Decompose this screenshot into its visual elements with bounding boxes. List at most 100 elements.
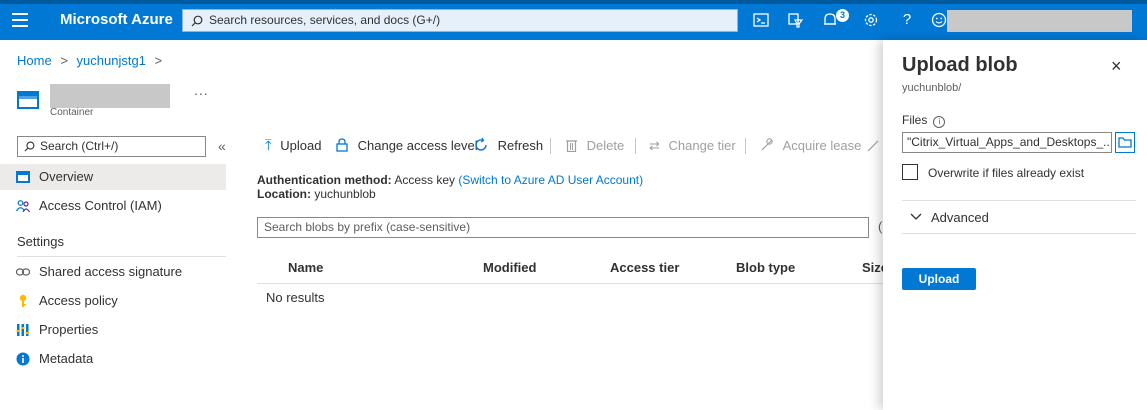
- sidebar-item-access-control[interactable]: Access Control (IAM): [0, 193, 226, 219]
- blob-search-placeholder: Search blobs by prefix (case-sensitive): [264, 220, 471, 234]
- top-bar-strip: [0, 0, 1147, 4]
- sidebar-search-input[interactable]: Search (Ctrl+/): [17, 136, 206, 157]
- overwrite-label[interactable]: Overwrite if files already exist: [928, 166, 1084, 180]
- change-tier-label: Change tier: [668, 138, 736, 153]
- breadcrumb-separator: >: [60, 53, 68, 68]
- breadcrumb-storage-link[interactable]: yuchunjstg1: [77, 53, 146, 68]
- more-options-button[interactable]: ...: [194, 82, 209, 98]
- notification-count-badge: 3: [836, 9, 849, 22]
- divider: [745, 138, 746, 154]
- blob-prefix-search-input[interactable]: Search blobs by prefix (case-sensitive): [257, 217, 869, 238]
- location-label: Location:: [257, 187, 311, 201]
- breadcrumb-separator: >: [154, 53, 163, 68]
- divider: [257, 283, 883, 284]
- column-header-modified[interactable]: Modified: [483, 260, 536, 275]
- upload-button[interactable]: Upload: [902, 268, 976, 290]
- location-value: yuchunblob: [314, 187, 376, 201]
- panel-title: Upload blob: [902, 54, 1018, 76]
- overwrite-checkbox[interactable]: [902, 164, 918, 180]
- divider: [550, 138, 551, 154]
- feedback-smiley-icon[interactable]: [930, 11, 948, 29]
- files-label-text: Files: [902, 113, 928, 127]
- switch-auth-link[interactable]: (Switch to Azure AD User Account): [458, 173, 643, 187]
- container-icon: [17, 91, 39, 109]
- files-label: Files i: [902, 113, 946, 128]
- authentication-method: Authentication method: Access key (Switc…: [257, 173, 643, 187]
- settings-gear-icon[interactable]: [862, 11, 880, 29]
- swap-arrows-icon: ⇄: [649, 138, 660, 153]
- browse-folder-button[interactable]: [1115, 132, 1135, 153]
- acquire-lease-label: Acquire lease: [782, 138, 862, 153]
- upload-command-label: Upload: [280, 138, 322, 153]
- directory-filter-icon[interactable]: [786, 11, 804, 29]
- people-icon: [16, 200, 30, 213]
- sidebar-item-label: Access policy: [39, 293, 118, 308]
- link-icon: [16, 268, 30, 276]
- sidebar-item-metadata[interactable]: Metadata: [0, 346, 226, 372]
- global-search-placeholder: Search resources, services, and docs (G+…: [209, 13, 441, 27]
- settings-section-header: Settings: [17, 234, 64, 249]
- advanced-section-toggle[interactable]: Advanced: [931, 210, 989, 225]
- sidebar-item-label: Shared access signature: [39, 264, 183, 279]
- column-header-name[interactable]: Name: [288, 260, 323, 275]
- sidebar-item-label: Overview: [39, 169, 94, 184]
- sidebar-item-shared-access-signature[interactable]: Shared access signature: [0, 259, 226, 285]
- search-icon: [24, 141, 35, 152]
- column-header-blob-type[interactable]: Blob type: [736, 260, 795, 275]
- resource-type: Container: [50, 107, 94, 118]
- sidebar-item-overview[interactable]: Overview: [0, 164, 226, 190]
- brand-title[interactable]: Microsoft Azure: [60, 11, 173, 28]
- panel-subtitle: yuchunblob/: [902, 82, 962, 94]
- change-access-level-command[interactable]: Change access level: [336, 136, 478, 156]
- sidebar-item-label: Metadata: [39, 351, 94, 366]
- divider: [902, 233, 1136, 234]
- break-lease-icon[interactable]: [866, 139, 880, 153]
- folder-icon: [1118, 137, 1132, 148]
- resource-name-redacted: [50, 84, 170, 108]
- column-header-access-tier[interactable]: Access tier: [610, 260, 679, 275]
- breadcrumb-home-link[interactable]: Home: [17, 53, 52, 68]
- divider: [635, 138, 636, 154]
- container-icon: [16, 171, 30, 183]
- auth-method-label: Authentication method:: [257, 173, 392, 187]
- close-icon[interactable]: ×: [1111, 56, 1122, 77]
- delete-command[interactable]: Delete: [566, 136, 624, 156]
- chevron-down-icon[interactable]: [910, 213, 922, 221]
- search-icon: [191, 15, 203, 27]
- location: Location: yuchunblob: [257, 187, 376, 201]
- divider: [902, 200, 1136, 201]
- refresh-command[interactable]: Refresh: [473, 136, 543, 156]
- info-icon[interactable]: i: [933, 116, 946, 128]
- help-icon[interactable]: ?: [898, 11, 916, 29]
- sidebar-item-properties[interactable]: Properties: [0, 317, 226, 343]
- change-access-level-label: Change access level: [357, 138, 478, 153]
- sidebar-item-access-policy[interactable]: Access policy: [0, 288, 226, 314]
- top-bar: Microsoft Azure Search resources, servic…: [0, 0, 1147, 40]
- divider: [17, 256, 226, 257]
- sidebar-search-placeholder: Search (Ctrl+/): [40, 139, 119, 153]
- key-icon: [19, 294, 27, 307]
- sidebar-item-label: Access Control (IAM): [39, 198, 162, 213]
- sidebar-item-label: Properties: [39, 322, 99, 337]
- trash-icon: [566, 140, 577, 153]
- refresh-icon: [475, 137, 487, 151]
- lease-link-icon: [761, 138, 773, 151]
- cloud-shell-icon[interactable]: [752, 11, 770, 29]
- properties-icon: [16, 324, 29, 336]
- delete-label: Delete: [586, 138, 625, 153]
- lock-icon: [336, 138, 348, 152]
- global-search-input[interactable]: Search resources, services, and docs (G+…: [182, 9, 738, 32]
- change-tier-command[interactable]: ⇄ Change tier: [649, 136, 736, 156]
- breadcrumb: Home > yuchunjstg1 >: [17, 53, 162, 68]
- upload-blob-panel: Upload blob yuchunblob/ × Files i "Citrix…: [883, 40, 1147, 410]
- info-icon: [16, 352, 30, 366]
- hamburger-menu-icon[interactable]: [12, 13, 28, 27]
- collapse-sidebar-button[interactable]: «: [218, 138, 226, 154]
- truncated-text: (: [878, 219, 883, 234]
- auth-method-value: Access key: [394, 173, 456, 187]
- account-redacted[interactable]: [947, 10, 1132, 32]
- upload-arrow-icon: ⤒: [265, 137, 272, 154]
- acquire-lease-command[interactable]: Acquire lease: [760, 136, 861, 156]
- file-path-input[interactable]: "Citrix_Virtual_Apps_and_Desktops_...: [902, 132, 1112, 153]
- upload-command[interactable]: ⤒ Upload: [265, 136, 321, 156]
